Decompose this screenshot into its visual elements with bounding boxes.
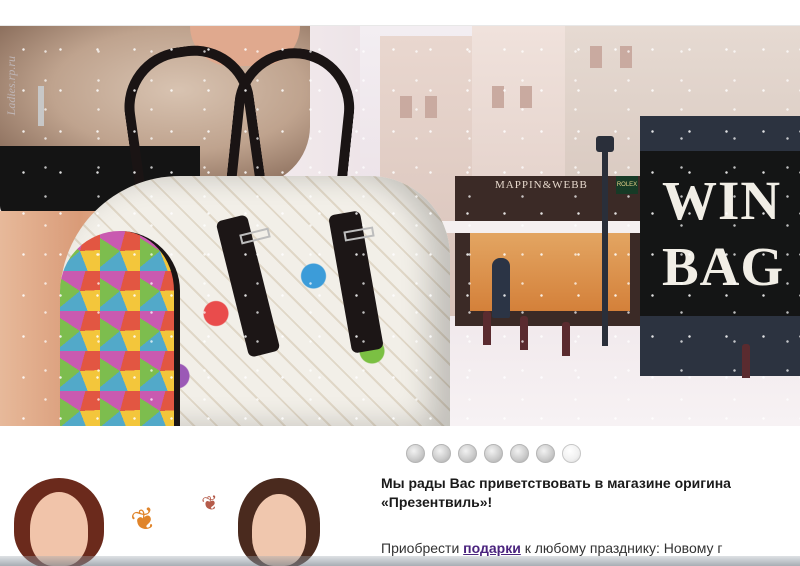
bollard xyxy=(562,322,570,356)
promo-banner[interactable]: MAPPIN&WEBB ROLEX WIN BAG Ladies.rp.ru xyxy=(0,26,800,426)
girl-face xyxy=(30,492,88,566)
intro-text-end: к любому празднику: Новому г xyxy=(520,540,723,556)
slider-dot-3[interactable] xyxy=(458,444,477,463)
window xyxy=(520,86,532,108)
shop-awning xyxy=(440,221,640,233)
bollard xyxy=(483,311,491,345)
lamp-head xyxy=(596,136,614,152)
slider-dot-1[interactable] xyxy=(406,444,425,463)
crochet-bag-side xyxy=(60,231,180,426)
promo-title-line1: WIN xyxy=(662,170,782,231)
intro-text-start: Приобрести xyxy=(381,540,464,556)
welcome-line-2: «Презентвиль»! xyxy=(381,494,493,510)
slider-dot-2[interactable] xyxy=(432,444,451,463)
window xyxy=(400,96,412,118)
slider-dot-6[interactable] xyxy=(536,444,555,463)
window xyxy=(590,46,602,68)
slider-dot-4[interactable] xyxy=(484,444,503,463)
window-bottom-edge xyxy=(0,556,800,566)
promo-title-line2: BAG xyxy=(662,236,785,297)
window xyxy=(425,96,437,118)
pedestrian xyxy=(492,258,510,318)
rolex-sign: ROLEX xyxy=(616,176,638,194)
lamp-post xyxy=(602,146,608,346)
bollard xyxy=(520,316,528,350)
bollard xyxy=(742,344,750,378)
slider-pagination xyxy=(406,444,581,463)
gifts-link[interactable]: подарки xyxy=(463,540,521,556)
welcome-heading: Мы рады Вас приветствовать в магазине ор… xyxy=(381,474,800,512)
slider-dot-5[interactable] xyxy=(510,444,529,463)
butterfly-icon: ❦ xyxy=(200,491,221,517)
intro-text: Приобрести подарки к любому празднику: Н… xyxy=(381,540,723,556)
coat-zipper xyxy=(38,86,44,126)
slider-dot-7[interactable] xyxy=(562,444,581,463)
butterfly-icon: ❦ xyxy=(127,500,162,541)
window xyxy=(492,86,504,108)
welcome-line-1: Мы рады Вас приветствовать в магазине ор… xyxy=(381,475,731,491)
shop-sign: MAPPIN&WEBB xyxy=(495,179,588,191)
watermark: Ladies.rp.ru xyxy=(4,56,18,116)
window xyxy=(620,46,632,68)
top-strip xyxy=(0,0,800,26)
